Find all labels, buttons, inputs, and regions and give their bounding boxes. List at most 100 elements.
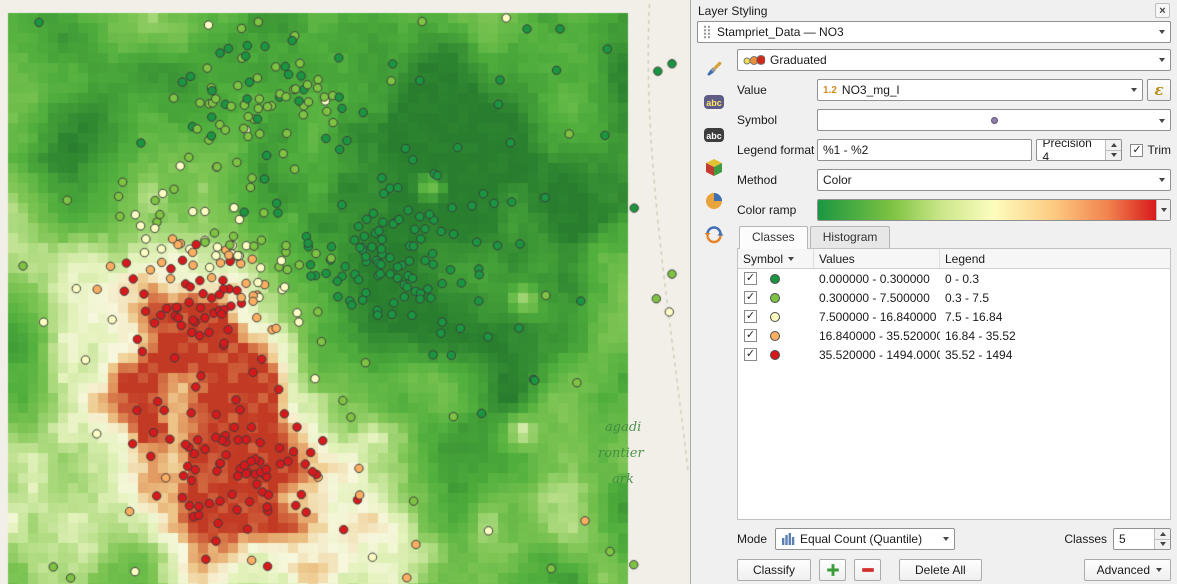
tab-classes[interactable]: Classes xyxy=(739,226,808,249)
styling-tabs-strip: abc abc xyxy=(691,49,737,584)
legend-format-label: Legend format xyxy=(737,143,817,157)
class-symbol-swatch[interactable] xyxy=(770,274,780,284)
chevron-down-icon xyxy=(1156,568,1162,572)
layer-styling-panel: Layer Styling × Stampriet_Data — NO3 xyxy=(691,0,1177,584)
legend-format-input[interactable]: %1 - %2 xyxy=(817,139,1032,161)
class-row[interactable]: ✓ 7.500000 - 16.8400007.5 - 16.84 xyxy=(738,307,1170,326)
classes-count-value: 5 xyxy=(1114,529,1154,549)
map-place-label: rontier xyxy=(598,446,644,461)
chevron-down-icon xyxy=(1159,30,1165,34)
value-field-name: NO3_mg_l xyxy=(842,83,899,97)
class-legend[interactable]: 0.3 - 7.5 xyxy=(940,291,1170,305)
class-row[interactable]: ✓ 35.520000 - 1494.00000035.52 - 1494 xyxy=(738,345,1170,364)
method-value: Color xyxy=(823,173,852,187)
class-legend[interactable]: 7.5 - 16.84 xyxy=(940,310,1170,324)
precision-value: Precision 4 xyxy=(1037,140,1105,160)
trim-label: Trim xyxy=(1147,143,1171,157)
class-symbol-swatch[interactable] xyxy=(770,293,780,303)
spin-down-button[interactable] xyxy=(1155,540,1170,550)
chevron-down-icon[interactable] xyxy=(1156,200,1170,220)
class-values[interactable]: 0.000000 - 0.300000 xyxy=(814,272,940,286)
delete-all-button[interactable]: Delete All xyxy=(899,559,982,581)
symbol-preview-dot xyxy=(991,117,998,124)
minus-icon xyxy=(860,562,876,578)
labels-icon[interactable]: abc xyxy=(701,88,728,115)
renderer-value: Graduated xyxy=(770,53,827,67)
symbol-button[interactable] xyxy=(817,109,1171,131)
class-values[interactable]: 35.520000 - 1494.000000 xyxy=(814,348,940,362)
class-legend[interactable]: 0 - 0.3 xyxy=(940,272,1170,286)
legend-format-value: %1 - %2 xyxy=(823,143,868,157)
class-symbol-swatch[interactable] xyxy=(770,331,780,341)
mode-value: Equal Count (Quantile) xyxy=(800,532,922,546)
class-symbol-swatch[interactable] xyxy=(770,350,780,360)
spin-up-button[interactable] xyxy=(1155,529,1170,540)
masks-icon[interactable]: abc xyxy=(701,121,728,148)
map-place-label: ark xyxy=(612,472,634,487)
map-canvas-wrap[interactable]: agadi rontier ark xyxy=(0,0,691,584)
value-row: Value 1.2 NO3_mg_l ε xyxy=(737,79,1171,101)
class-visibility-checkbox[interactable]: ✓ xyxy=(744,272,757,285)
advanced-button[interactable]: Advanced xyxy=(1084,559,1171,581)
mode-select[interactable]: Equal Count (Quantile) xyxy=(775,528,955,550)
class-row[interactable]: ✓ 16.840000 - 35.52000016.84 - 35.52 xyxy=(738,326,1170,345)
header-values[interactable]: Values xyxy=(814,249,940,268)
method-select[interactable]: Color xyxy=(817,169,1171,191)
mode-label: Mode xyxy=(737,532,767,546)
mode-row: Mode Equal Count (Quantile) Classes xyxy=(737,527,1171,551)
class-values[interactable]: 16.840000 - 35.520000 xyxy=(814,329,940,343)
decimal-field-icon: 1.2 xyxy=(823,85,837,96)
legend-format-row: Legend format %1 - %2 Precision 4 xyxy=(737,139,1171,161)
class-row[interactable]: ✓ 0.000000 - 0.3000000 - 0.3 xyxy=(738,269,1170,288)
spin-up-button[interactable] xyxy=(1106,140,1121,151)
diagrams-icon[interactable] xyxy=(701,187,728,214)
expression-builder-button[interactable]: ε xyxy=(1147,79,1171,101)
header-symbol[interactable]: Symbol xyxy=(738,249,814,268)
class-visibility-checkbox[interactable]: ✓ xyxy=(744,291,757,304)
chevron-down-icon xyxy=(1131,88,1137,92)
tab-histogram[interactable]: Histogram xyxy=(810,226,891,248)
header-legend[interactable]: Legend xyxy=(940,249,1170,268)
epsilon-icon: ε xyxy=(1154,81,1163,99)
3d-view-icon[interactable] xyxy=(701,154,728,181)
history-icon[interactable] xyxy=(701,220,728,247)
spin-down-button[interactable] xyxy=(1106,151,1121,161)
classes-count-label: Classes xyxy=(1064,532,1107,546)
classes-histogram-tabs: ClassesHistogram xyxy=(737,226,1171,248)
color-ramp-row: Color ramp xyxy=(737,199,1171,221)
classes-table-body: ✓ 0.000000 - 0.3000000 - 0.3 ✓ 0.300000 - 7… xyxy=(738,269,1170,364)
trim-checkbox[interactable]: ✓ xyxy=(1130,144,1143,157)
graduated-icon xyxy=(743,52,765,68)
symbology-icon[interactable] xyxy=(701,55,728,82)
class-symbol-swatch[interactable] xyxy=(770,312,780,322)
classify-button[interactable]: Classify xyxy=(737,559,811,581)
classes-table-header: Symbol Values Legend xyxy=(738,249,1170,269)
map-place-label: agadi xyxy=(605,420,641,435)
color-ramp-button[interactable] xyxy=(817,199,1171,221)
class-visibility-checkbox[interactable]: ✓ xyxy=(744,348,757,361)
sort-indicator-icon xyxy=(788,257,794,261)
value-label: Value xyxy=(737,83,817,97)
color-ramp-label: Color ramp xyxy=(737,203,817,217)
renderer-select[interactable]: Graduated xyxy=(737,49,1171,71)
class-values[interactable]: 0.300000 - 7.500000 xyxy=(814,291,940,305)
class-row[interactable]: ✓ 0.300000 - 7.5000000.3 - 7.5 xyxy=(738,288,1170,307)
layer-selector[interactable]: Stampriet_Data — NO3 xyxy=(697,21,1171,43)
value-field-select[interactable]: 1.2 NO3_mg_l xyxy=(817,79,1143,101)
method-label: Method xyxy=(737,173,817,187)
class-values[interactable]: 7.500000 - 16.840000 xyxy=(814,310,940,324)
precision-spinbox[interactable]: Precision 4 xyxy=(1036,139,1122,161)
layer-selector-value: Stampriet_Data — NO3 xyxy=(717,25,844,39)
class-visibility-checkbox[interactable]: ✓ xyxy=(744,310,757,323)
add-class-button[interactable] xyxy=(819,559,846,581)
class-visibility-checkbox[interactable]: ✓ xyxy=(744,329,757,342)
remove-class-button[interactable] xyxy=(854,559,881,581)
actions-row: Classify Delete All Advanced xyxy=(737,558,1171,582)
drag-handle-icon xyxy=(703,25,711,39)
close-icon[interactable]: × xyxy=(1155,3,1170,18)
chevron-down-icon xyxy=(1159,58,1165,62)
classes-count-spinbox[interactable]: 5 xyxy=(1113,528,1171,550)
class-legend[interactable]: 16.84 - 35.52 xyxy=(940,329,1170,343)
panel-title: Layer Styling xyxy=(698,4,767,18)
class-legend[interactable]: 35.52 - 1494 xyxy=(940,348,1170,362)
